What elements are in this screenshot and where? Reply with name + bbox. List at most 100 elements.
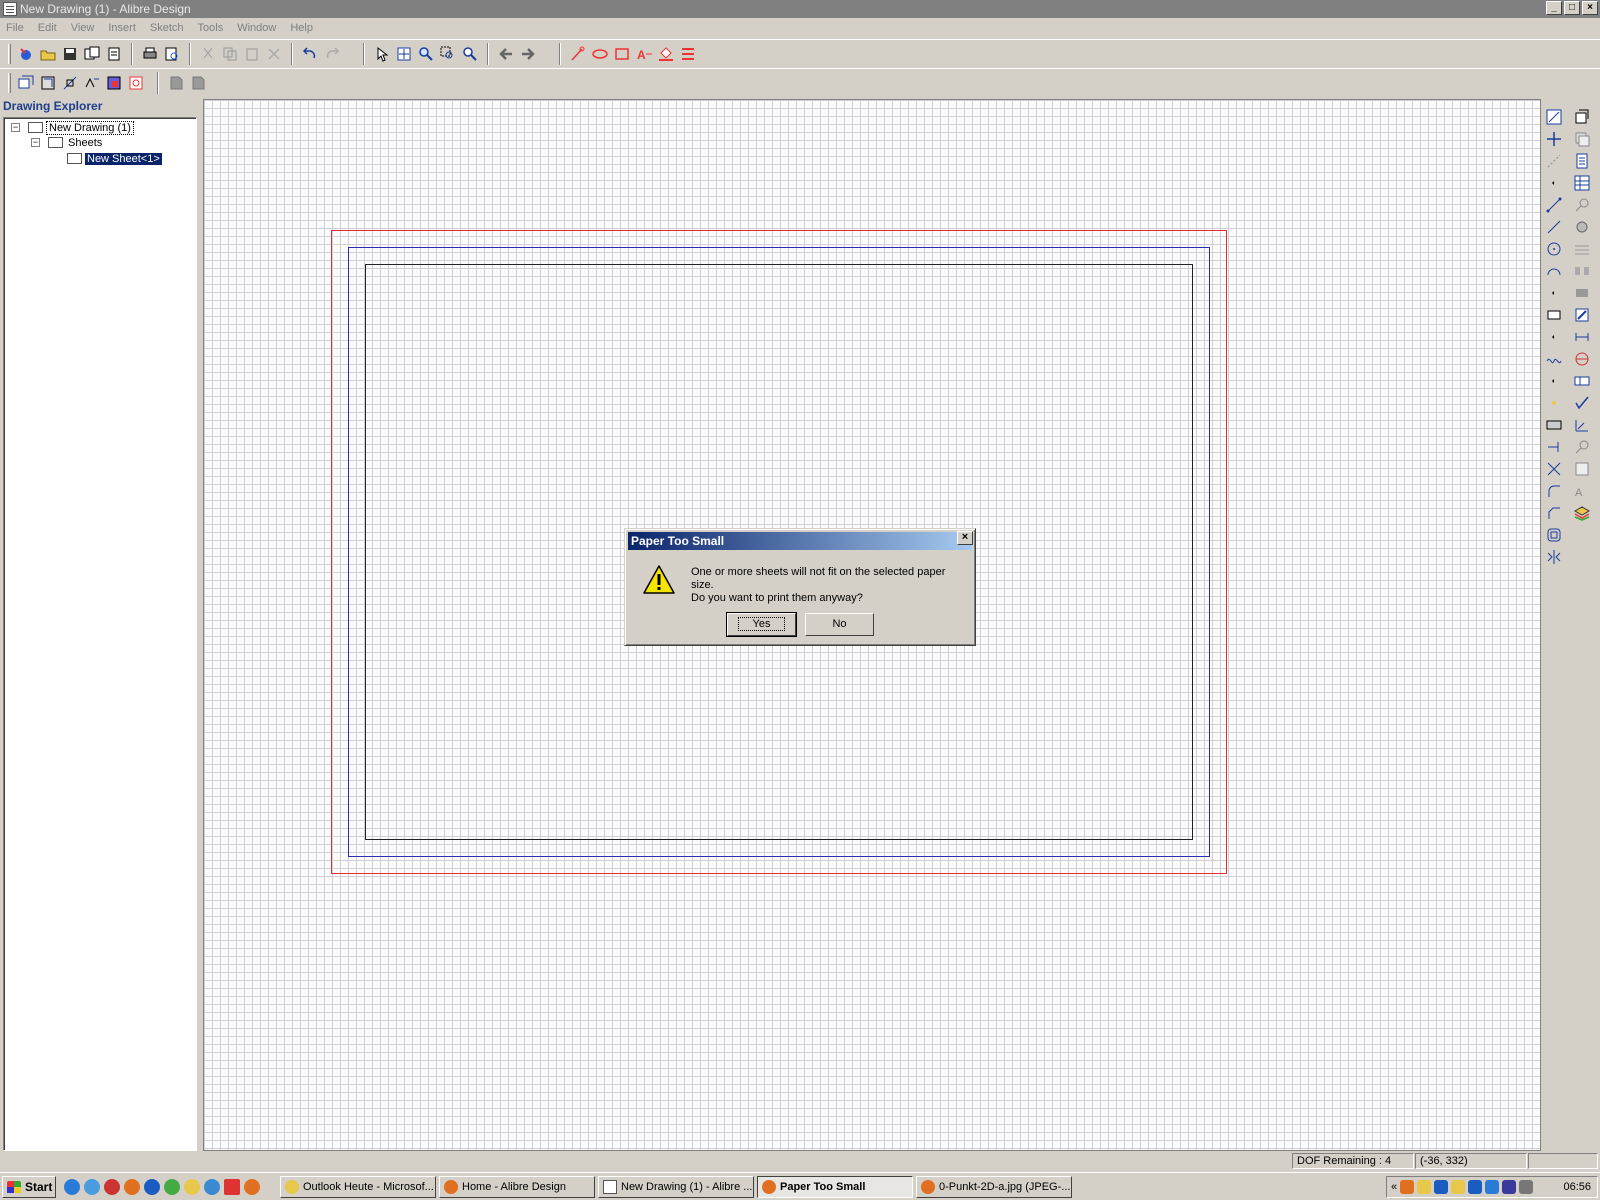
collapse-icon[interactable]: − (11, 123, 20, 132)
sketch-line-icon[interactable] (567, 43, 589, 65)
tray-network-icon[interactable] (1468, 1180, 1483, 1194)
rectangle-icon[interactable] (611, 43, 633, 65)
pan-icon[interactable] (393, 43, 415, 65)
surface-finish-icon[interactable] (1574, 395, 1592, 411)
construction-line-icon[interactable] (1546, 153, 1564, 169)
toolbar-grip[interactable] (8, 43, 11, 64)
trim-icon[interactable] (1546, 461, 1564, 477)
close-button[interactable]: × (1582, 1, 1598, 15)
offset-icon[interactable] (1546, 527, 1564, 543)
arrow-small-icon[interactable] (1546, 175, 1564, 191)
new-icon[interactable] (15, 43, 37, 65)
break-icon[interactable] (1574, 263, 1592, 279)
toolbar-grip[interactable] (8, 72, 11, 93)
undo-icon[interactable] (299, 43, 321, 65)
document-icon[interactable] (103, 43, 125, 65)
task-firefox-image[interactable]: 0-Punkt-2D-a.jpg (JPEG-... (916, 1175, 1072, 1198)
annotation-edit-icon[interactable] (1574, 307, 1592, 323)
balloon-icon[interactable] (1574, 197, 1592, 213)
player-icon[interactable] (144, 1178, 160, 1195)
maximize-button[interactable]: □ (1564, 1, 1580, 15)
auxiliary-view-icon[interactable] (59, 72, 81, 94)
tray-volume-icon[interactable] (1519, 1180, 1534, 1194)
point-icon[interactable] (1546, 395, 1564, 411)
zoom-in-icon[interactable] (415, 43, 437, 65)
cosmetic-icon[interactable] (1574, 285, 1592, 301)
copy-icon[interactable] (219, 43, 241, 65)
sheet-format-icon[interactable] (1574, 153, 1592, 169)
collapse-icon[interactable]: − (31, 138, 40, 147)
task-alibre-home[interactable]: Home - Alibre Design (439, 1175, 595, 1198)
tray-firefox-icon[interactable] (1400, 1180, 1415, 1194)
keyboard-icon[interactable] (1546, 417, 1564, 433)
dimension-icon[interactable] (1574, 329, 1592, 345)
task-new-drawing[interactable]: New Drawing (1) - Alibre ... (598, 1175, 754, 1198)
new-view-tool-icon[interactable] (1574, 109, 1592, 125)
yes-button[interactable]: Yes (726, 612, 797, 637)
tray-monitor-icon[interactable] (1485, 1180, 1500, 1194)
tray-sync-icon[interactable] (1502, 1180, 1517, 1194)
leader-icon[interactable] (1574, 439, 1592, 455)
network-icon[interactable] (84, 1178, 100, 1195)
bom-icon[interactable] (1574, 175, 1592, 191)
section-view-icon[interactable] (81, 72, 103, 94)
sketch-activate-icon[interactable] (1546, 109, 1564, 125)
tree-item-root[interactable]: − New Drawing (1) (11, 120, 134, 135)
sheet-copy-icon[interactable] (187, 72, 209, 94)
task-paper-too-small[interactable]: Paper Too Small (757, 1175, 913, 1198)
chamfer-icon[interactable] (1546, 505, 1564, 521)
delete-icon[interactable] (263, 43, 285, 65)
mirror-icon[interactable] (1546, 549, 1564, 565)
text-icon[interactable]: A (633, 43, 655, 65)
arrow-small-icon[interactable] (1546, 285, 1564, 301)
menu-window[interactable]: Window (237, 22, 276, 34)
text-note-icon[interactable]: A (1574, 483, 1592, 499)
sheet-add-icon[interactable] (165, 72, 187, 94)
cut-icon[interactable] (197, 43, 219, 65)
no-button[interactable]: No (805, 613, 874, 636)
outlook-icon[interactable] (184, 1178, 200, 1195)
save-icon[interactable] (59, 43, 81, 65)
layers-icon[interactable] (1573, 505, 1592, 521)
line-style-icon[interactable] (677, 43, 699, 65)
tree-label-sheets[interactable]: Sheets (66, 137, 104, 149)
ellipse-icon[interactable] (589, 43, 611, 65)
redo-icon[interactable] (321, 43, 343, 65)
ie-icon[interactable] (64, 1178, 80, 1195)
standard-views-icon[interactable] (37, 72, 59, 94)
alibre-icon[interactable] (244, 1178, 260, 1195)
clock[interactable]: 06:56 (1563, 1181, 1591, 1193)
tray-outlook-icon[interactable] (1417, 1180, 1432, 1194)
arrow-small-icon[interactable] (1546, 329, 1564, 345)
dialog-close-button[interactable]: × (957, 531, 973, 545)
circle-icon[interactable] (1546, 241, 1564, 257)
save-all-icon[interactable] (81, 43, 103, 65)
menu-sketch[interactable]: Sketch (150, 22, 184, 34)
arrow-small-icon[interactable] (1546, 373, 1564, 389)
start-button[interactable]: Start (2, 1175, 56, 1198)
menu-insert[interactable]: Insert (108, 22, 136, 34)
datum-icon[interactable] (1574, 351, 1592, 367)
hatch-icon[interactable] (1574, 241, 1592, 257)
select-arrow-icon[interactable] (371, 43, 393, 65)
open-icon[interactable] (37, 43, 59, 65)
forward-arrow-icon[interactable] (517, 43, 539, 65)
arc-icon[interactable] (1546, 263, 1564, 279)
media-icon[interactable] (104, 1178, 120, 1195)
crosshair-icon[interactable] (1546, 131, 1564, 147)
task-outlook[interactable]: Outlook Heute - Microsof... (280, 1175, 436, 1198)
tree-item-sheets[interactable]: − Sheets (31, 135, 104, 150)
menu-tools[interactable]: Tools (198, 22, 224, 34)
rectangle-tool-icon[interactable] (1546, 307, 1564, 323)
broken-view-icon[interactable] (103, 72, 125, 94)
print-icon[interactable] (139, 43, 161, 65)
fillet-icon[interactable] (1546, 483, 1564, 499)
flag-icon[interactable] (224, 1178, 240, 1195)
tree-item-sheet[interactable]: New Sheet<1> (67, 151, 162, 166)
desktop-icon[interactable] (204, 1178, 220, 1195)
zoom-fit-icon[interactable] (459, 43, 481, 65)
menu-file[interactable]: File (6, 22, 24, 34)
tray-folder-icon[interactable] (1451, 1180, 1466, 1194)
tree-label-root[interactable]: New Drawing (1) (46, 120, 134, 135)
spline-icon[interactable] (1546, 351, 1564, 367)
